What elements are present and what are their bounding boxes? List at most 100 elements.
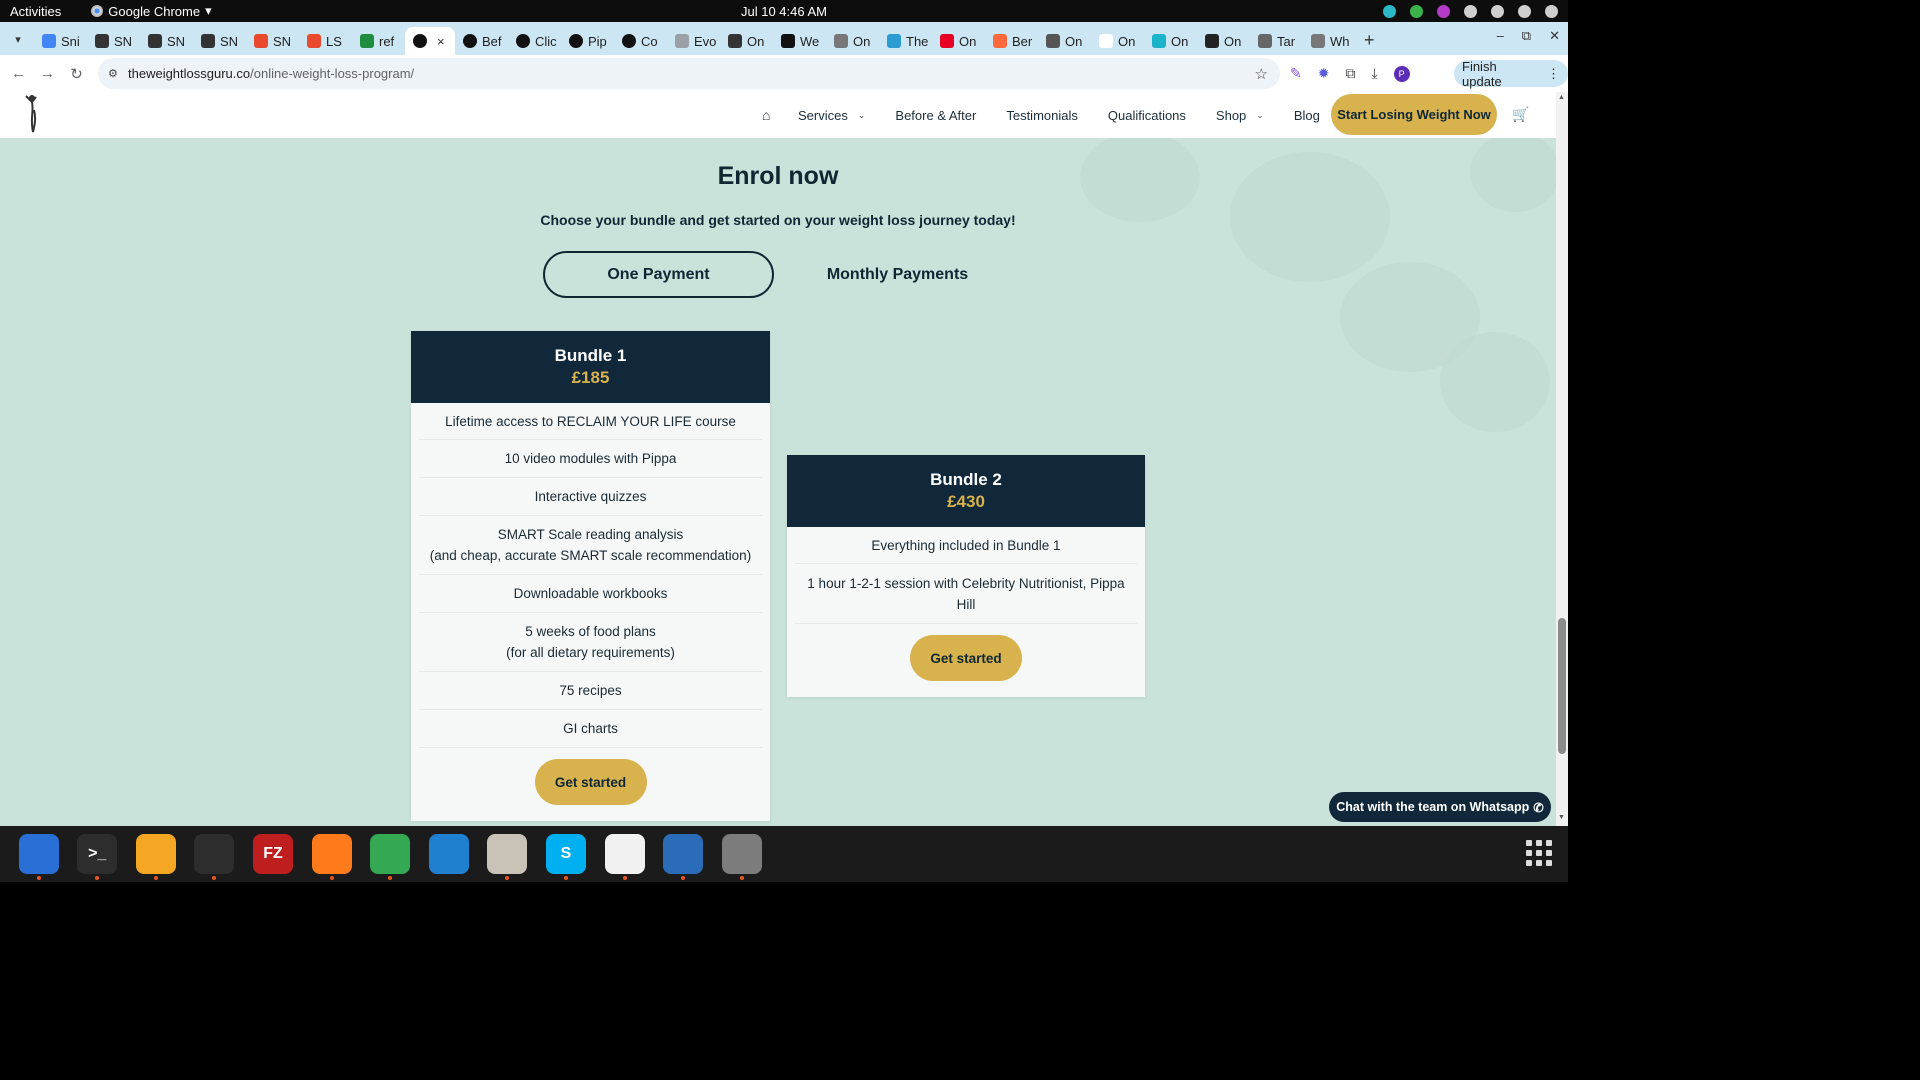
bundle-feature-text: SMART Scale reading analysis	[497, 527, 684, 542]
tab-search-button[interactable]: ▾	[6, 27, 30, 51]
nav-item-shop[interactable]: Shop ⌄	[1216, 108, 1264, 123]
calculator-icon[interactable]	[135, 834, 176, 880]
browser-tab[interactable]: ×	[405, 27, 455, 55]
browser-tab[interactable]: Evo	[667, 27, 720, 55]
nav-item-services[interactable]: Services ⌄	[798, 108, 865, 123]
browser-tab[interactable]: The	[879, 27, 932, 55]
chevron-down-icon[interactable]	[1545, 4, 1558, 18]
network-icon[interactable]	[1464, 4, 1477, 18]
home-icon[interactable]: ⌂	[762, 107, 778, 123]
browser-tab[interactable]: On	[826, 27, 879, 55]
nav-item-before-after[interactable]: Before & After	[895, 108, 976, 123]
chrome-icon[interactable]	[370, 834, 411, 880]
firefox-icon[interactable]	[311, 834, 352, 880]
activities-button[interactable]: Activities	[10, 4, 61, 19]
browser-tab[interactable]: On	[932, 27, 985, 55]
page-scrollbar[interactable]: ▲ ▼	[1556, 92, 1568, 826]
browser-tab[interactable]: ref	[352, 27, 405, 55]
nav-item-blog[interactable]: Blog	[1294, 108, 1320, 123]
tray-app-icon[interactable]	[1410, 4, 1423, 18]
reload-button[interactable]: ↻	[62, 65, 91, 83]
back-button[interactable]: ←	[4, 65, 33, 82]
skype-icon[interactable]: S	[545, 834, 586, 880]
restore-button[interactable]: ⧉	[1522, 28, 1531, 44]
browser-tab[interactable]: Bef	[455, 27, 508, 55]
bundle-feature: 10 video modules with Pippa	[419, 440, 762, 478]
bundle-feature-list: Everything included in Bundle 1 1 hour 1-…	[787, 527, 1145, 624]
chevron-down-icon: ⌄	[1256, 109, 1264, 120]
volume-icon[interactable]	[1491, 4, 1504, 18]
gear-extension-icon[interactable]: ✹	[1318, 65, 1330, 82]
power-icon[interactable]	[1518, 4, 1531, 18]
profile-avatar[interactable]: P	[1393, 65, 1410, 82]
app-menu[interactable]: Google Chrome ▾	[91, 3, 212, 19]
tray-app-icon[interactable]	[1437, 4, 1450, 18]
terminal-icon[interactable]: >_	[77, 834, 118, 880]
site-info-icon[interactable]: ⚙	[108, 67, 122, 80]
browser-tab[interactable]: On	[1038, 27, 1091, 55]
new-tab-button[interactable]: +	[1364, 30, 1375, 51]
dock-glyph: FZ	[263, 845, 283, 862]
scroll-up-arrow[interactable]: ▲	[1558, 94, 1565, 101]
one-payment-toggle[interactable]: One Payment	[543, 251, 774, 298]
browser-tab[interactable]: On	[1091, 27, 1144, 55]
browser-tab[interactable]: LS	[299, 27, 352, 55]
browser-tab[interactable]: SN	[246, 27, 299, 55]
nav-item-qualifications[interactable]: Qualifications	[1108, 108, 1186, 123]
bundle-feature: GI charts	[419, 710, 762, 748]
document-viewer-icon[interactable]	[663, 834, 704, 880]
tab-label: Bef	[482, 33, 502, 49]
system-monitor-icon[interactable]	[194, 834, 235, 880]
get-started-button[interactable]: Get started	[534, 759, 647, 805]
vscode-icon[interactable]	[428, 834, 469, 874]
tab-label: On	[1118, 33, 1136, 49]
pen-extension-icon[interactable]: ✎	[1290, 65, 1302, 82]
browser-tab[interactable]: Ber	[985, 27, 1038, 55]
browser-tab[interactable]: We	[773, 27, 826, 55]
bundle-feature: Interactive quizzes	[419, 478, 762, 516]
forward-button[interactable]: →	[33, 65, 62, 82]
browser-tab[interactable]: Sni	[34, 27, 87, 55]
text-editor-icon[interactable]	[604, 834, 645, 880]
whatsapp-chat-label: Chat with the team on Whatsapp	[1336, 800, 1530, 814]
thunderbird-icon[interactable]	[18, 834, 59, 880]
system-tray	[1383, 4, 1558, 18]
download-icon[interactable]: ⤓	[1371, 65, 1377, 82]
browser-tab[interactable]: Pip	[561, 27, 614, 55]
scrollbar-thumb[interactable]	[1558, 618, 1566, 754]
filezilla-icon[interactable]: FZ	[252, 834, 293, 874]
browser-tab[interactable]: SN	[87, 27, 140, 55]
browser-tab[interactable]: On	[720, 27, 773, 55]
chevron-down-icon: ▾	[205, 3, 212, 18]
browser-tab[interactable]: On	[1144, 27, 1197, 55]
nav-item-testimonials[interactable]: Testimonials	[1006, 108, 1078, 123]
whatsapp-chat-button[interactable]: Chat with the team on Whatsapp ✆	[1329, 792, 1551, 822]
logo-icon[interactable]	[22, 94, 44, 134]
browser-tab[interactable]: SN	[140, 27, 193, 55]
minimize-button[interactable]: –	[1497, 28, 1504, 44]
show-apps-grid-icon[interactable]	[1526, 840, 1552, 866]
tray-app-icon[interactable]	[1383, 4, 1396, 18]
clock[interactable]: Jul 10 4:46 AM	[741, 4, 827, 19]
finish-update-button[interactable]: Finish update ⋮	[1454, 59, 1568, 89]
disk-utility-icon[interactable]	[721, 834, 762, 880]
start-losing-weight-button[interactable]: Start Losing Weight Now	[1331, 94, 1497, 135]
browser-tab[interactable]: Clic	[508, 27, 561, 55]
snp-icon	[148, 34, 162, 48]
files-icon[interactable]	[487, 834, 528, 880]
tab-close-icon[interactable]: ×	[437, 34, 445, 49]
bookmark-star-icon[interactable]: ☆	[1255, 65, 1268, 83]
browser-tab[interactable]: Tar	[1250, 27, 1303, 55]
get-started-button[interactable]: Get started	[910, 635, 1022, 681]
kebab-menu-icon[interactable]: ⋮	[1547, 66, 1560, 82]
close-window-button[interactable]: ✕	[1549, 28, 1560, 44]
browser-tab[interactable]: Co	[614, 27, 667, 55]
browser-tab[interactable]: SN	[193, 27, 246, 55]
extensions-puzzle-icon[interactable]: ⧉	[1345, 65, 1355, 82]
monthly-payments-toggle[interactable]: Monthly Payments	[782, 251, 1013, 298]
browser-tab[interactable]: On	[1197, 27, 1250, 55]
address-bar[interactable]: ⚙ theweightlossguru.co/online-weight-los…	[98, 58, 1280, 89]
cart-icon[interactable]: 🛒	[1512, 106, 1529, 123]
scroll-down-arrow[interactable]: ▼	[1558, 814, 1565, 821]
browser-tab[interactable]: Wh	[1303, 27, 1356, 55]
